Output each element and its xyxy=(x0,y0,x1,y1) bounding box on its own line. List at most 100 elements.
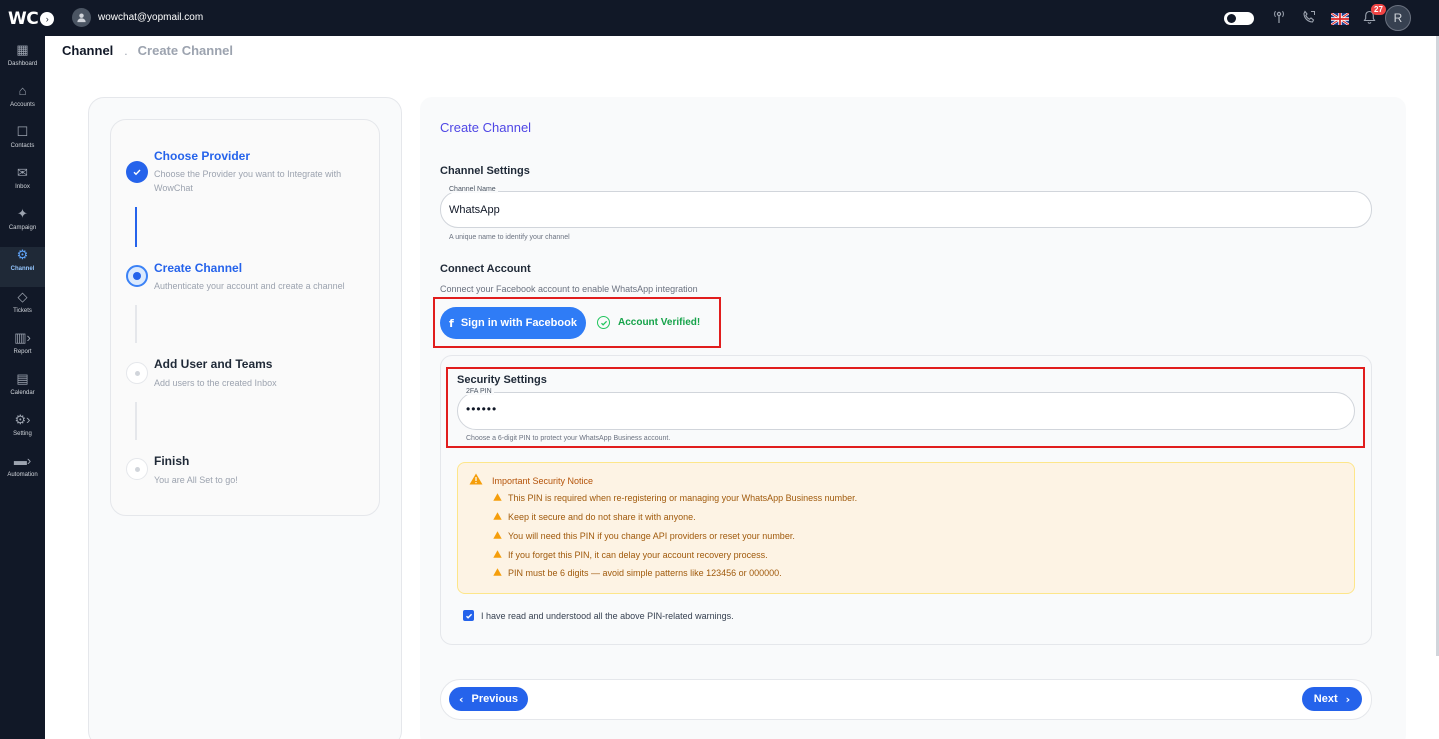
sidebar: ▦ Dashboard ⌂ Accounts ☐ Contacts ✉ Inbox ✦ Campa… xyxy=(0,36,45,739)
inbox-icon: ✉ xyxy=(17,165,28,180)
sidebar-item-label: Automation xyxy=(7,472,38,478)
sidebar-toggle-icon[interactable]: › xyxy=(40,12,55,26)
pin-value[interactable]: •••••• xyxy=(466,402,497,416)
notice-item: You will need this PIN if you change API… xyxy=(493,531,795,541)
connect-account-subtitle: Connect your Facebook account to enable … xyxy=(440,284,698,294)
account-verified-status: Account Verified! xyxy=(597,316,700,329)
sidebar-item-label: Dashboard xyxy=(7,61,38,67)
breadcrumb-channel[interactable]: Channel xyxy=(62,43,113,58)
notification-badge: 27 xyxy=(1371,3,1386,15)
channel-name-value[interactable]: WhatsApp xyxy=(449,204,500,216)
channel-icon: ⚙ xyxy=(16,247,29,262)
sidebar-item-label: Tickets xyxy=(13,308,32,314)
next-label: Next xyxy=(1313,693,1338,705)
pin-hint: Choose a 6-digit PIN to protect your Wha… xyxy=(466,435,671,442)
next-button[interactable]: Next › xyxy=(1302,687,1362,711)
step-1-title: Choose Provider xyxy=(154,149,251,163)
acknowledge-row[interactable]: I have read and understood all the above… xyxy=(463,610,734,621)
step-1-check-icon xyxy=(126,161,148,183)
acknowledge-checkbox[interactable] xyxy=(463,610,474,621)
gear-icon: ⚙› xyxy=(14,412,31,427)
notice-item-text: You will need this PIN if you change API… xyxy=(508,531,795,541)
facebook-signin-label: Sign in with Facebook xyxy=(460,317,577,329)
chevron-right-icon: › xyxy=(1345,692,1351,706)
notice-item: This PIN is required when re-registering… xyxy=(493,493,857,503)
previous-label: Previous xyxy=(471,693,518,705)
sidebar-item-channel[interactable]: ⚙ Channel xyxy=(0,247,45,287)
sidebar-item-label: Campaign xyxy=(8,225,37,231)
sidebar-item-contacts[interactable]: ☐ Contacts xyxy=(0,124,45,164)
step-2-desc: Authenticate your account and create a c… xyxy=(154,281,345,291)
top-actions: 27 R xyxy=(1224,3,1411,31)
sidebar-item-campaign[interactable]: ✦ Campaign xyxy=(0,206,45,246)
acknowledge-label: I have read and understood all the above… xyxy=(481,610,734,621)
check-circle-icon xyxy=(597,316,610,329)
contacts-icon: ☐ xyxy=(16,124,29,139)
report-icon: ▥› xyxy=(14,330,31,345)
security-settings-heading: Security Settings xyxy=(457,374,547,386)
notice-item: If you forget this PIN, it can delay you… xyxy=(493,550,768,560)
breadcrumb-create-channel: Create Channel xyxy=(137,43,234,58)
user-info[interactable]: wowchat@yopmail.com xyxy=(72,8,203,27)
phone-icon[interactable] xyxy=(1301,9,1317,27)
step-connector xyxy=(135,402,137,440)
channel-settings-heading: Channel Settings xyxy=(440,165,530,177)
sidebar-item-tickets[interactable]: ◇ Tickets xyxy=(0,289,45,329)
app-logo[interactable]: WC › xyxy=(8,9,55,29)
sidebar-item-setting[interactable]: ⚙› Setting xyxy=(0,412,45,452)
step-connector xyxy=(135,207,137,247)
warning-icon xyxy=(493,512,502,522)
channel-name-hint: A unique name to identify your channel xyxy=(449,234,570,241)
step-3-title: Add User and Teams xyxy=(154,357,273,371)
notice-item: Keep it secure and do not share it with … xyxy=(493,512,696,522)
card-title: Create Channel xyxy=(440,120,532,135)
warning-icon xyxy=(493,568,502,578)
sidebar-item-accounts[interactable]: ⌂ Accounts xyxy=(0,83,45,123)
sidebar-item-inbox[interactable]: ✉ Inbox xyxy=(0,165,45,205)
previous-button[interactable]: ‹ Previous xyxy=(449,687,528,711)
sidebar-item-automation[interactable]: ▬› Automation xyxy=(0,453,45,493)
step-4-desc: You are All Set to go! xyxy=(154,475,238,485)
notice-item: PIN must be 6 digits — avoid simple patt… xyxy=(493,568,782,578)
step-3-pending-icon xyxy=(126,362,148,384)
step-connector xyxy=(135,305,137,343)
warning-icon xyxy=(493,550,502,560)
notice-item-text: Keep it secure and do not share it with … xyxy=(508,512,696,522)
pin-input[interactable] xyxy=(457,392,1355,430)
sidebar-item-label: Inbox xyxy=(15,184,30,190)
bell-icon[interactable]: 27 xyxy=(1363,3,1386,27)
step-navigation-bar xyxy=(440,679,1372,720)
ticket-icon: ◇ xyxy=(17,289,28,304)
sidebar-item-label: Channel xyxy=(10,266,35,272)
sidebar-item-dashboard[interactable]: ▦ Dashboard xyxy=(0,42,45,82)
home-icon: ⌂ xyxy=(18,83,27,98)
notice-item-text: This PIN is required when re-registering… xyxy=(508,493,858,503)
antenna-icon[interactable] xyxy=(1271,10,1287,27)
account-verified-label: Account Verified! xyxy=(618,317,701,328)
facebook-signin-button[interactable]: f Sign in with Facebook xyxy=(440,307,586,339)
dashboard-icon: ▦ xyxy=(16,42,29,57)
breadcrumb-separator: . xyxy=(124,43,128,58)
user-email: wowchat@yopmail.com xyxy=(98,12,204,23)
sidebar-item-label: Report xyxy=(13,349,32,355)
warning-icon xyxy=(469,473,483,488)
channel-name-field[interactable] xyxy=(440,191,1372,228)
security-notice-header: Important Security Notice xyxy=(469,473,593,488)
step-2-title: Create Channel xyxy=(154,261,243,275)
sidebar-item-label: Setting xyxy=(13,431,32,437)
user-icon xyxy=(72,8,91,27)
top-bar: WC › wowchat@yopmail.com 27 R xyxy=(0,0,1439,36)
calendar-icon: ▤ xyxy=(16,371,29,386)
breadcrumb: Channel . Create Channel xyxy=(62,43,233,58)
step-4-pending-icon xyxy=(126,458,148,480)
sidebar-item-report[interactable]: ▥› Report xyxy=(0,330,45,370)
sidebar-item-calendar[interactable]: ▤ Calendar xyxy=(0,371,45,411)
uk-flag-icon[interactable] xyxy=(1330,12,1350,26)
chevron-left-icon: ‹ xyxy=(458,692,464,706)
notice-item-text: If you forget this PIN, it can delay you… xyxy=(508,550,768,560)
sidebar-item-label: Calendar xyxy=(10,390,35,396)
profile-avatar[interactable]: R xyxy=(1385,5,1411,31)
theme-toggle[interactable] xyxy=(1224,11,1254,25)
automation-icon: ▬› xyxy=(13,453,32,468)
sidebar-item-label: Accounts xyxy=(10,102,35,108)
